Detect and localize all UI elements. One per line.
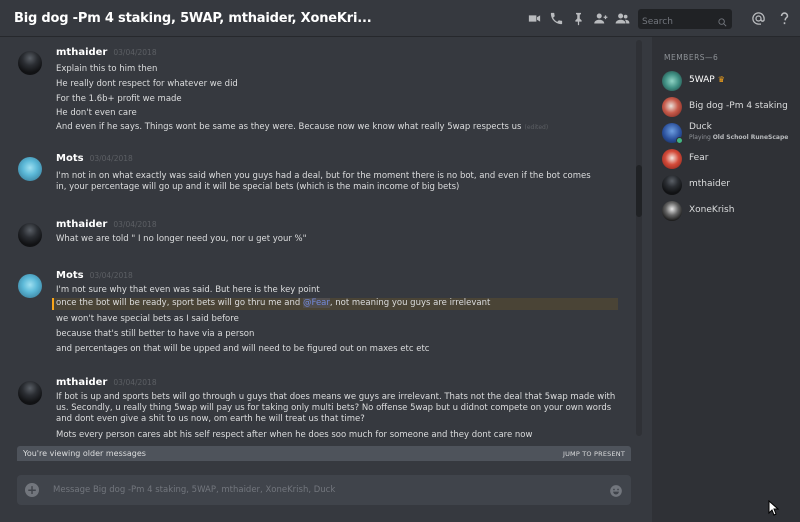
channel-title: Big dog -Pm 4 staking, 5WAP, mthaider, X… <box>14 10 372 26</box>
help-icon[interactable] <box>774 9 794 29</box>
member-list: MEMBERS—6 5WAP ♛ Big dog -Pm 4 staking Du… <box>652 37 800 522</box>
mention-icon[interactable] <box>748 9 768 29</box>
message-line: He don't even care <box>56 108 137 118</box>
message-input[interactable] <box>53 481 593 499</box>
member-name: Fear <box>689 153 709 163</box>
discord-window: Big dog -Pm 4 staking, 5WAP, mthaider, X… <box>0 0 800 522</box>
members-header: MEMBERS—6 <box>664 53 719 62</box>
avatar[interactable] <box>18 274 42 298</box>
pin-icon[interactable] <box>568 9 588 29</box>
message-line: What we are told " I no longer need you,… <box>56 234 307 244</box>
message-timestamp: 03/04/2018 <box>113 220 157 229</box>
scrollbar-thumb[interactable] <box>636 165 642 217</box>
edited-label: (edited) <box>524 124 549 131</box>
message-timestamp: 03/04/2018 <box>89 271 133 280</box>
member-name: XoneKrish <box>689 205 735 215</box>
avatar[interactable] <box>18 381 42 405</box>
video-call-icon[interactable] <box>524 9 544 29</box>
message-line: and percentages on that will be upped an… <box>56 344 430 354</box>
message-line: we won't have special bets as I said bef… <box>56 314 239 324</box>
message-line: If bot is up and sports bets will go thr… <box>56 392 616 424</box>
crown-icon: ♛ <box>717 75 725 84</box>
member-item[interactable]: Duck Playing Old School RuneScape <box>662 122 798 144</box>
member-name: 5WAP ♛ <box>689 75 725 85</box>
avatar[interactable] <box>18 51 42 75</box>
add-member-icon[interactable] <box>590 9 610 29</box>
message-line: I'm not in on what exactly was said when… <box>56 171 591 192</box>
message-timestamp: 03/04/2018 <box>89 154 133 163</box>
avatar <box>662 71 682 91</box>
toolbar-icons <box>522 0 800 37</box>
member-item[interactable]: 5WAP ♛ <box>662 70 798 92</box>
message-composer: + <box>17 475 631 505</box>
member-item[interactable]: mthaider <box>662 174 798 196</box>
avatar <box>662 175 682 195</box>
user-mention[interactable]: @Fear <box>303 298 330 308</box>
message-author[interactable]: Mots 03/04/2018 <box>56 270 133 281</box>
message-line: Mots every person cares abt his self res… <box>56 430 533 440</box>
emoji-icon[interactable] <box>609 483 623 497</box>
message-line: He really dont respect for whatever we d… <box>56 79 238 89</box>
avatar <box>662 149 682 169</box>
message-line: For the 1.6b+ profit we made <box>56 94 182 104</box>
message-line: I'm not sure why that even was said. But… <box>56 285 320 295</box>
top-bar: Big dog -Pm 4 staking, 5WAP, mthaider, X… <box>0 0 800 37</box>
message-line: Explain this to him then <box>56 64 158 74</box>
search-icon <box>717 13 728 26</box>
older-messages-text: You're viewing older messages <box>23 449 146 458</box>
avatar <box>662 97 682 117</box>
message-line: And even if he says. Things wont be same… <box>56 122 549 132</box>
message-author[interactable]: Mots 03/04/2018 <box>56 153 133 164</box>
message-author[interactable]: mthaider 03/04/2018 <box>56 219 157 230</box>
scrollbar-track[interactable] <box>636 40 642 436</box>
member-item[interactable]: Big dog -Pm 4 staking <box>662 96 798 118</box>
message-line: because that's still better to have via … <box>56 329 255 339</box>
mouse-cursor-icon <box>768 500 780 516</box>
older-messages-bar: You're viewing older messages JUMP TO PR… <box>17 446 631 461</box>
member-list-icon[interactable] <box>612 9 632 29</box>
message-timestamp: 03/04/2018 <box>113 48 157 57</box>
upload-plus-icon[interactable]: + <box>25 483 39 497</box>
jump-to-present-button[interactable]: JUMP TO PRESENT <box>563 450 625 458</box>
message-author[interactable]: mthaider 03/04/2018 <box>56 377 157 388</box>
member-name: Big dog -Pm 4 staking <box>689 101 788 111</box>
online-status-icon <box>676 137 683 144</box>
message-author[interactable]: mthaider 03/04/2018 <box>56 47 157 58</box>
message-list[interactable]: mthaider 03/04/2018 Explain this to him t… <box>0 37 642 440</box>
member-activity: Playing Old School RuneScape <box>689 134 789 141</box>
search-box[interactable] <box>638 8 732 32</box>
member-item[interactable]: XoneKrish <box>662 200 798 222</box>
avatar[interactable] <box>18 223 42 247</box>
avatar <box>662 201 682 221</box>
message-timestamp: 03/04/2018 <box>113 378 157 387</box>
voice-call-icon[interactable] <box>546 9 566 29</box>
member-name: Duck <box>689 122 712 132</box>
message-line: once the bot will be ready, sport bets w… <box>56 298 491 308</box>
avatar[interactable] <box>18 157 42 181</box>
member-item[interactable]: Fear <box>662 148 798 170</box>
member-name: mthaider <box>689 179 730 189</box>
